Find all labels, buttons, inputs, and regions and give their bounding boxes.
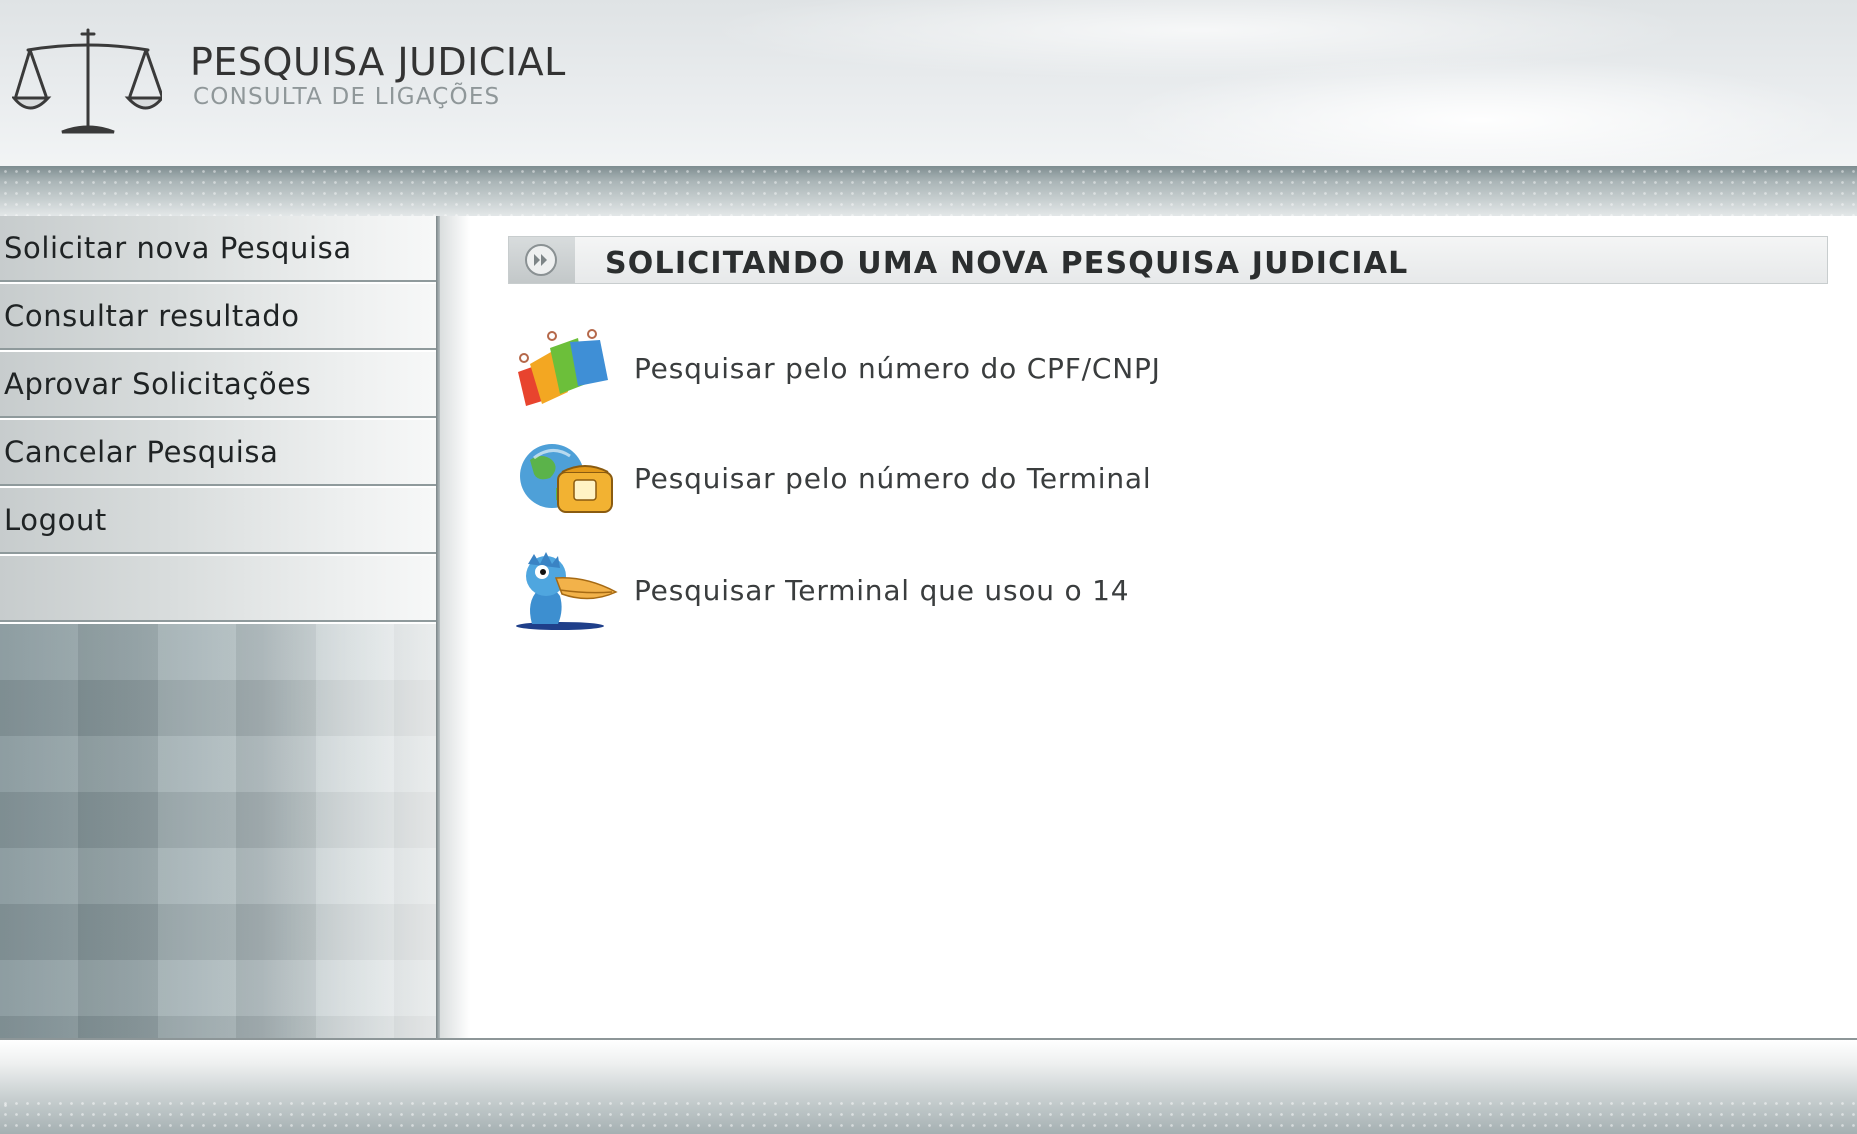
sidebar-decoration — [0, 624, 436, 1039]
footer-pattern — [0, 1098, 1857, 1134]
sidebar-item-solicitar-nova-pesquisa[interactable]: Solicitar nova Pesquisa — [0, 216, 436, 282]
globe-phone-icon — [520, 444, 613, 513]
sidebar-item-logout[interactable]: Logout — [0, 488, 436, 554]
sidebar-item-label: Logout — [4, 503, 107, 537]
sidebar-item-cancelar-pesquisa[interactable]: Cancelar Pesquisa — [0, 420, 436, 486]
header: PESQUISA JUDICIAL CONSULTA DE LIGAÇÕES — [0, 0, 1857, 166]
section-header: SOLICITANDO UMA NOVA PESQUISA JUDICIAL — [508, 236, 1828, 284]
section-title: SOLICITANDO UMA NOVA PESQUISA JUDICIAL — [605, 246, 1409, 281]
main-content: SOLICITANDO UMA NOVA PESQUISA JUDICIAL P… — [440, 216, 1857, 1039]
sidebar-item-consultar-resultado[interactable]: Consultar resultado — [0, 284, 436, 350]
header-band — [0, 166, 1857, 216]
sidebar-item-label: Cancelar Pesquisa — [4, 435, 279, 469]
sidebar-item-aprovar-solicitacoes[interactable]: Aprovar Solicitações — [0, 352, 436, 418]
documents-icon — [518, 329, 608, 406]
option-pesquisar-terminal[interactable]: Pesquisar pelo número do Terminal — [512, 438, 1412, 518]
option-pesquisar-terminal-14[interactable]: Pesquisar Terminal que usou o 14 — [512, 550, 1412, 630]
sidebar-item-label: Aprovar Solicitações — [4, 367, 312, 401]
option-pesquisar-cpf-cnpj[interactable]: Pesquisar pelo número do CPF/CNPJ — [512, 328, 1412, 408]
app-title: PESQUISA JUDICIAL — [190, 40, 566, 84]
option-label: Pesquisar Terminal que usou o 14 — [634, 574, 1130, 607]
sidebar-item-empty — [0, 556, 436, 622]
bird-mascot-icon — [516, 552, 618, 630]
page: PESQUISA JUDICIAL CONSULTA DE LIGAÇÕES S… — [0, 0, 1857, 1134]
section-icon-box — [509, 237, 575, 283]
sidebar-item-label: Consultar resultado — [4, 299, 300, 333]
sidebar-nav: Solicitar nova Pesquisa Consultar result… — [0, 216, 436, 1039]
forward-arrows-icon — [525, 244, 557, 276]
app-subtitle: CONSULTA DE LIGAÇÕES — [193, 84, 501, 110]
scales-of-justice-icon — [12, 28, 162, 134]
option-label: Pesquisar pelo número do Terminal — [634, 462, 1152, 495]
sidebar-item-label: Solicitar nova Pesquisa — [4, 231, 352, 265]
option-label: Pesquisar pelo número do CPF/CNPJ — [634, 352, 1161, 385]
